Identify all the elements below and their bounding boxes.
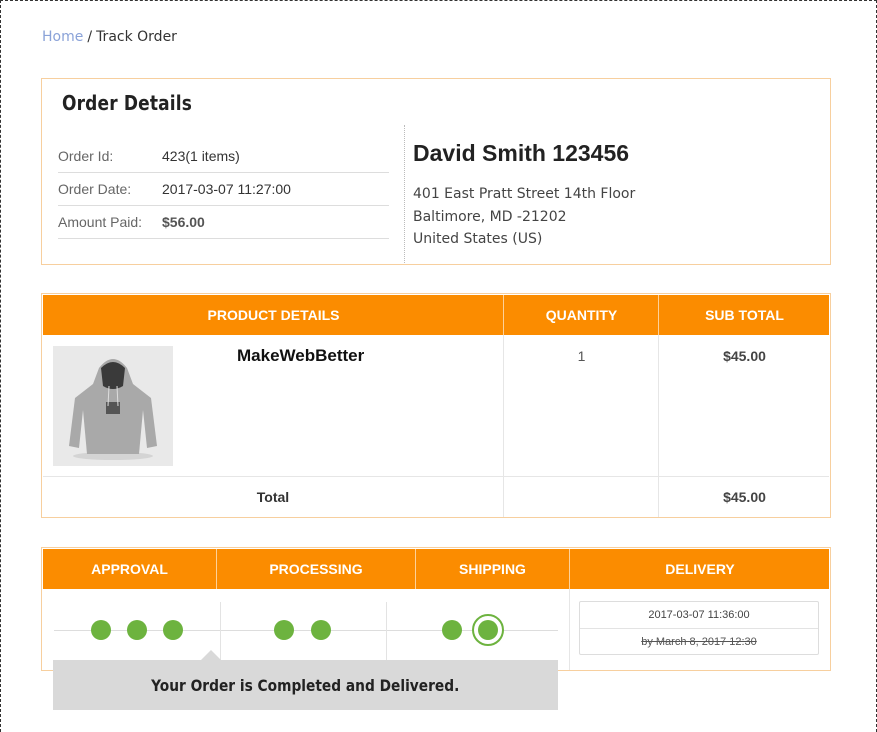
- amount-paid-row: Amount Paid: $56.00: [58, 206, 389, 239]
- product-table: PRODUCT DETAILS QUANTITY SUB TOTAL MakeW…: [41, 293, 831, 518]
- order-details-panel: Order Details Order Id: 423(1 items) Ord…: [41, 78, 831, 265]
- delivery-info-box: 2017-03-07 11:36:00 by March 8, 2017 12:…: [579, 601, 819, 655]
- order-date-value: 2017-03-07 11:27:00: [162, 181, 291, 197]
- address-line-2: Baltimore, MD -21202: [413, 208, 567, 225]
- delivered-timestamp: 2017-03-07 11:36:00: [580, 602, 818, 629]
- step-delivery: DELIVERY: [665, 561, 735, 577]
- address-line-3: United States (US): [413, 231, 543, 247]
- tracking-header: APPROVAL PROCESSING SHIPPING DELIVERY: [43, 549, 829, 589]
- order-date-row: Order Date: 2017-03-07 11:27:00: [58, 173, 389, 206]
- status-message: Your Order is Completed and Delivered.: [151, 676, 460, 695]
- order-info-table: Order Id: 423(1 items) Order Date: 2017-…: [58, 140, 389, 239]
- vertical-divider: [404, 125, 405, 263]
- total-label: Total: [256, 489, 290, 505]
- order-id-value: 423(1 items): [162, 148, 240, 164]
- step-processing: PROCESSING: [269, 561, 363, 577]
- step-shipping: SHIPPING: [459, 561, 526, 577]
- current-step-indicator: [472, 614, 504, 646]
- expected-delivery: by March 8, 2017 12:30: [641, 636, 757, 648]
- total-row-divider: [43, 476, 829, 477]
- hoodie-image[interactable]: [53, 346, 173, 466]
- quantity-header: QUANTITY: [545, 307, 618, 323]
- step-approval: APPROVAL: [91, 561, 168, 577]
- progress-dot: [274, 620, 294, 640]
- product-details-header: PRODUCT DETAILS: [207, 307, 340, 323]
- hoodie-illustration: [53, 346, 173, 466]
- column-divider: [569, 589, 570, 670]
- progress-dot: [442, 620, 462, 640]
- subtotal-header: SUB TOTAL: [705, 307, 784, 323]
- order-details-title: Order Details: [62, 91, 193, 115]
- progress-dot: [91, 620, 111, 640]
- order-id-row: Order Id: 423(1 items): [58, 140, 389, 173]
- product-quantity: 1: [577, 348, 586, 364]
- total-value: $45.00: [723, 489, 766, 505]
- order-date-label: Order Date:: [58, 181, 132, 197]
- order-tracking-table: APPROVAL PROCESSING SHIPPING DELIVERY 20…: [41, 547, 831, 671]
- shipping-address: 401 East Pratt Street 14th Floor Baltimo…: [413, 183, 635, 251]
- status-tooltip: Your Order is Completed and Delivered.: [53, 660, 558, 710]
- progress-dot: [311, 620, 331, 640]
- product-table-header: PRODUCT DETAILS QUANTITY SUB TOTAL: [43, 295, 829, 335]
- breadcrumb-separator: /: [87, 29, 93, 45]
- product-name[interactable]: MakeWebBetter: [237, 346, 364, 366]
- customer-name: David Smith 123456: [413, 140, 630, 166]
- address-line-1: 401 East Pratt Street 14th Floor: [413, 186, 636, 202]
- progress-dot: [127, 620, 147, 640]
- current-step-dot: [478, 620, 498, 640]
- product-subtotal: $45.00: [723, 348, 766, 364]
- amount-paid-label: Amount Paid:: [58, 214, 143, 230]
- amount-paid-value: $56.00: [162, 214, 205, 230]
- breadcrumb-current: Track Order: [96, 29, 177, 45]
- breadcrumb: Home / Track Order: [42, 29, 177, 45]
- step-divider: [386, 602, 387, 664]
- progress-dot: [163, 620, 183, 640]
- order-id-label: Order Id:: [58, 148, 114, 164]
- breadcrumb-home-link[interactable]: Home: [42, 29, 83, 45]
